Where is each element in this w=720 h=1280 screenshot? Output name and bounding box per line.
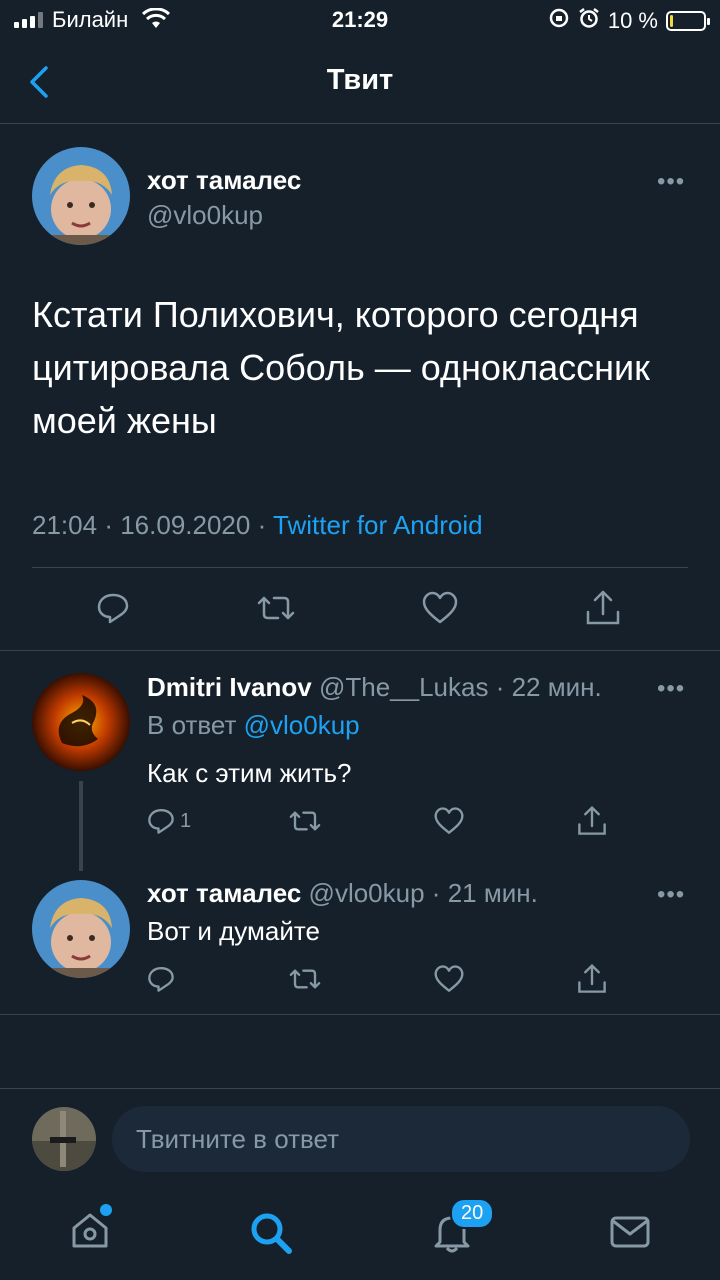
meta-separator: · (431, 878, 441, 908)
reply-context: В ответ @vlo0kup (147, 710, 360, 741)
new-content-dot (100, 1204, 112, 1216)
status-bar: Билайн 21:29 10 % (0, 0, 720, 40)
reply-composer: Твитните в ответ (0, 1088, 720, 1188)
notifications-badge: 20 (450, 1198, 495, 1229)
heart-icon (434, 965, 464, 992)
avatar-photo (32, 673, 130, 771)
heart-icon (434, 807, 464, 834)
reply-header: хот тамалес @vlo0kup · 21 мин. (147, 878, 538, 909)
author-name[interactable]: Dmitri Ivanov (147, 672, 312, 702)
reply-text: Как с этим жить? (147, 758, 352, 788)
avatar[interactable] (32, 880, 130, 978)
reply-button[interactable]: 1 (146, 806, 191, 836)
reply-icon (148, 967, 174, 992)
my-avatar[interactable] (32, 1107, 96, 1171)
tab-messages[interactable] (608, 1212, 652, 1257)
page-title: Твит (326, 64, 394, 96)
divider (0, 650, 720, 651)
header: Твит (0, 40, 720, 124)
retweet-icon (289, 811, 321, 831)
tab-bar: 20 (0, 1188, 720, 1280)
like-button[interactable] (421, 590, 459, 626)
more-options-icon[interactable]: ••• (657, 675, 685, 703)
avatar-photo (32, 880, 130, 978)
reply-age: 22 мин. (511, 672, 602, 702)
share-button[interactable] (576, 804, 608, 838)
reply-button[interactable] (95, 590, 131, 626)
author-handle[interactable]: @The__Lukas (319, 672, 489, 702)
battery-percent: 10 % (607, 8, 658, 33)
more-options-icon[interactable]: ••• (657, 168, 685, 196)
tweet-date: 16.09.2020 (120, 510, 251, 540)
reply-icon (148, 809, 174, 834)
heart-icon (422, 591, 458, 624)
reply-button[interactable] (146, 964, 176, 994)
retweet-button[interactable] (256, 590, 296, 626)
avatar-photo (32, 147, 130, 245)
reply-count: 1 (180, 809, 192, 832)
tab-notifications[interactable]: 20 (430, 1198, 495, 1259)
tweet-text: Кстати Полихович, которого сегодня цитир… (32, 294, 650, 441)
retweet-button[interactable] (288, 964, 322, 994)
share-icon (586, 590, 620, 625)
more-options-icon[interactable]: ••• (657, 881, 685, 909)
share-button[interactable] (576, 962, 608, 996)
reply-icon (97, 593, 129, 624)
reply-prefix: В ответ (147, 710, 237, 740)
author-name[interactable]: хот тамалес (147, 878, 301, 908)
author-handle[interactable]: @vlo0kup (147, 200, 263, 231)
retweet-button[interactable] (288, 806, 322, 836)
battery-fill (670, 15, 673, 27)
reply-text: Вот и думайте (147, 916, 320, 946)
like-button[interactable] (433, 806, 465, 836)
share-icon (578, 964, 606, 993)
tab-search[interactable] (248, 1210, 294, 1261)
share-icon (578, 806, 606, 835)
retweet-icon (257, 596, 295, 620)
meta-separator: · (257, 510, 267, 540)
mail-icon (610, 1216, 650, 1248)
reply-header: Dmitri Ivanov @The__Lukas · 22 мин. (147, 672, 602, 703)
rotation-lock-icon (548, 7, 570, 35)
reply-age: 21 мин. (447, 878, 538, 908)
avatar[interactable] (32, 147, 130, 245)
share-button[interactable] (584, 588, 622, 628)
reply-to-link[interactable]: @vlo0kup (244, 710, 360, 740)
tweet-time: 21:04 (32, 510, 98, 540)
meta-separator: · (104, 510, 113, 540)
tweet-meta: 21:04 · 16.09.2020 · Twitter for Android (32, 510, 483, 541)
reply-input[interactable]: Твитните в ответ (112, 1106, 690, 1172)
meta-separator: · (495, 672, 505, 702)
thread-line (79, 781, 83, 871)
retweet-icon (289, 969, 321, 989)
author-handle[interactable]: @vlo0kup (309, 878, 425, 908)
author-name[interactable]: хот тамалес (147, 165, 301, 196)
divider (0, 1014, 720, 1015)
avatar[interactable] (32, 673, 130, 771)
search-icon (251, 1213, 292, 1254)
tab-home[interactable] (68, 1204, 112, 1257)
like-button[interactable] (433, 964, 465, 994)
tweet-source-link[interactable]: Twitter for Android (273, 510, 483, 540)
avatar-photo (32, 1107, 96, 1171)
alarm-icon (578, 7, 600, 35)
status-right: 10 % (548, 7, 710, 35)
divider (32, 567, 688, 568)
battery-icon (666, 11, 710, 31)
